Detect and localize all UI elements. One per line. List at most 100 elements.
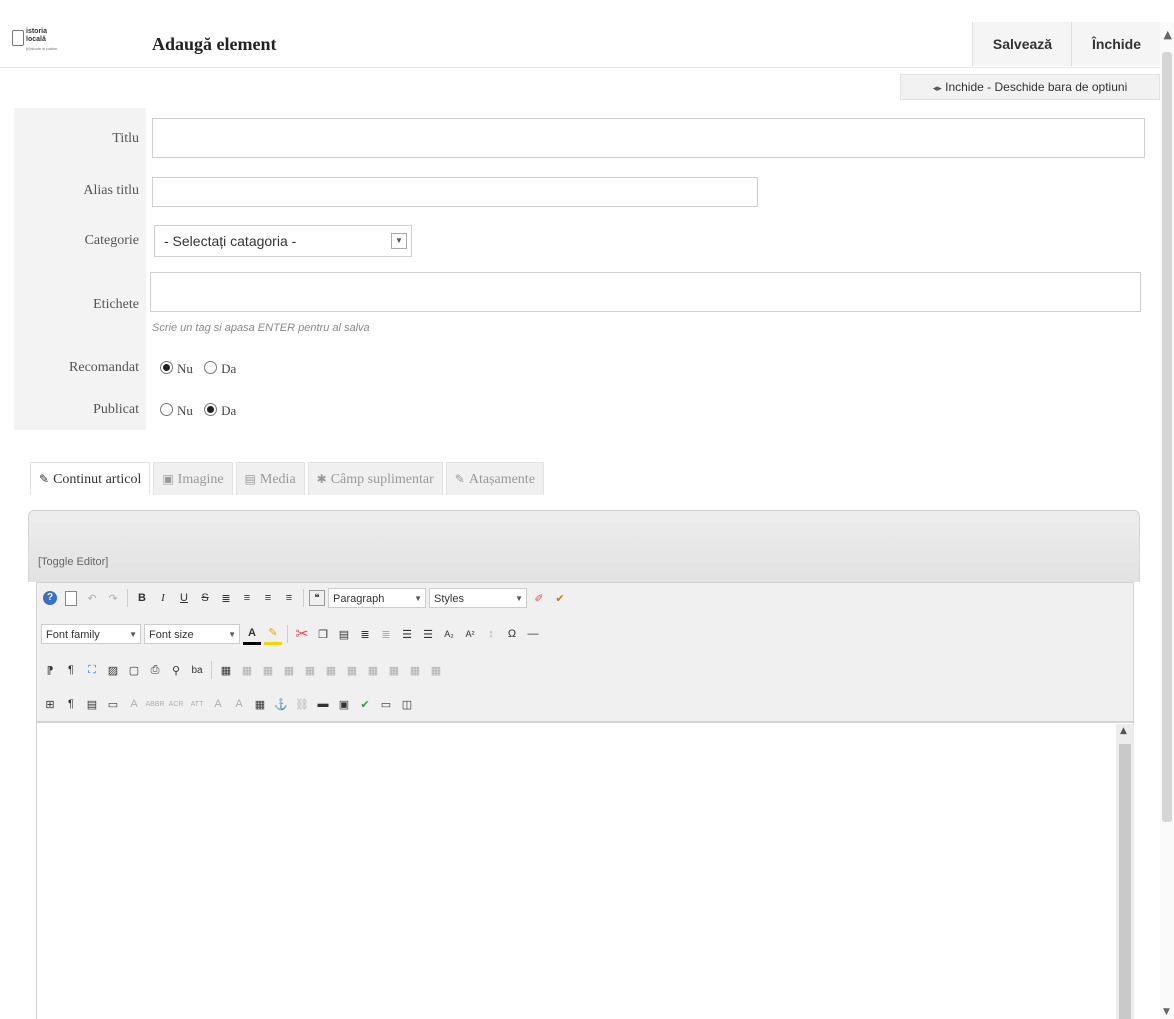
published-option-da[interactable]: Da [204, 403, 236, 418]
save-button[interactable]: Salvează [972, 22, 1072, 66]
recommended-option-nu[interactable]: Nu [160, 361, 193, 376]
close-button[interactable]: Închide [1071, 22, 1161, 66]
tags-label: Etichete [93, 297, 139, 312]
insert-row-before-icon[interactable]: ▦ [280, 661, 298, 679]
clean-format-icon[interactable]: ✔ [551, 589, 569, 607]
tab-media[interactable]: ▤ Media [235, 462, 305, 495]
help-icon[interactable]: ? [41, 589, 59, 607]
paste-icon[interactable]: ▤ [335, 625, 353, 643]
abbr-icon[interactable]: ABBR [145, 695, 164, 713]
citation-icon[interactable]: A [209, 695, 227, 713]
recommended-option-da[interactable]: Da [204, 361, 236, 376]
site-logo[interactable]: istoria locală (il)istorie și patrim [12, 28, 82, 58]
insert-image-icon[interactable]: ▨ [104, 661, 122, 679]
nonbreaking-icon[interactable]: ▭ [377, 695, 395, 713]
special-char-icon[interactable]: Ω [503, 625, 521, 643]
paperclip-icon: ✎ [454, 472, 465, 486]
tab-imagine[interactable]: ▣ Imagine [153, 462, 233, 495]
cut-icon[interactable]: ✂ [293, 625, 311, 643]
numbered-list-icon[interactable]: ☰ [398, 625, 416, 643]
page-scroll-thumb[interactable] [1162, 52, 1172, 822]
acronym-icon[interactable]: ACR [167, 695, 185, 713]
template-icon[interactable]: ▤ [83, 695, 101, 713]
merge-cells-icon[interactable]: ▦ [427, 661, 445, 679]
anchor-icon[interactable]: ⚓ [272, 695, 290, 713]
toggle-editor-link[interactable]: [Toggle Editor] [38, 556, 108, 568]
visual-aid-icon[interactable]: ⊞ [41, 695, 59, 713]
delete-col-icon[interactable]: ▦ [385, 661, 403, 679]
subscript-icon[interactable]: A₂ [440, 625, 458, 643]
indent-icon[interactable]: ≣ [356, 625, 374, 643]
chevron-up-icon[interactable]: ▲ [1120, 726, 1127, 736]
tab-camp-suplimentar[interactable]: ✱ Câmp suplimentar [307, 462, 443, 495]
bullet-list-icon[interactable]: ☰ [419, 625, 437, 643]
pagebreak-icon[interactable]: ▬ [314, 695, 332, 713]
format-select[interactable]: Paragraph ▼ [328, 588, 426, 608]
table-icon[interactable]: ▦ [217, 661, 235, 679]
horizontal-rule-icon[interactable]: — [524, 625, 542, 643]
eraser-icon[interactable]: ✐ [530, 589, 548, 607]
style-props-icon[interactable]: A [125, 695, 143, 713]
bold-icon[interactable]: B [133, 589, 151, 607]
italic-icon[interactable]: I [154, 589, 172, 607]
chevron-down-icon[interactable]: ▼ [1163, 1007, 1170, 1017]
link-icon[interactable]: ⛓ [293, 695, 311, 713]
editor-scroll-thumb[interactable] [1119, 744, 1131, 1019]
undo-icon[interactable]: ↶ [83, 589, 101, 607]
chevron-down-icon: ▼ [515, 594, 523, 603]
replace-icon[interactable]: ba [188, 661, 206, 679]
fullscreen-icon[interactable]: ⛶ [83, 661, 101, 679]
show-blocks-icon[interactable]: ¶ [62, 695, 80, 713]
print-icon[interactable]: ⎙ [146, 661, 164, 679]
copy-icon[interactable]: ❐ [314, 625, 332, 643]
underline-icon[interactable]: U [175, 589, 193, 607]
align-justify-icon[interactable]: ≣ [217, 589, 235, 607]
insert-col-before-icon[interactable]: ▦ [343, 661, 361, 679]
readmore-icon[interactable]: ◫ [398, 695, 416, 713]
preview-icon[interactable]: ▢ [125, 661, 143, 679]
superscript-icon[interactable]: A² [461, 625, 479, 643]
alias-input[interactable] [152, 177, 758, 207]
published-option-nu[interactable]: Nu [160, 403, 193, 418]
tags-input[interactable] [150, 272, 1141, 312]
cell-props-icon[interactable]: ▦ [259, 661, 277, 679]
insert-col-after-icon[interactable]: ▦ [364, 661, 382, 679]
chevron-down-icon: ▼ [414, 594, 422, 603]
new-document-icon[interactable] [62, 589, 80, 607]
strikethrough-icon[interactable]: S [196, 589, 214, 607]
chevron-up-icon[interactable]: ▲ [1164, 28, 1172, 41]
options-bar-toggle-button[interactable]: ◂▸ Inchide - Deschide bara de optiuni [900, 74, 1160, 100]
outdent-icon[interactable]: ≣ [377, 625, 395, 643]
tab-atasamente[interactable]: ✎ Atașamente [445, 462, 544, 495]
align-center-icon[interactable]: ≡ [238, 589, 256, 607]
media-icon[interactable]: ▣ [335, 695, 353, 713]
attributes-icon[interactable]: ATT [188, 695, 206, 713]
editor-scrollbar[interactable]: ▲ [1116, 724, 1134, 1019]
insert-row-after-icon[interactable]: ▦ [301, 661, 319, 679]
page-scrollbar[interactable]: ▼ [1160, 22, 1174, 1019]
title-input[interactable] [152, 118, 1145, 158]
styles-select[interactable]: Styles ▼ [429, 588, 527, 608]
tab-continut-articol[interactable]: ✎ Continut articol [30, 462, 151, 495]
font-size-select[interactable]: Font size ▼ [144, 624, 240, 644]
spellcheck-icon[interactable]: ✔ [356, 695, 374, 713]
blockquote-icon[interactable]: ❝ [309, 590, 325, 606]
align-left-icon[interactable]: ≡ [259, 589, 277, 607]
find-icon[interactable]: ⚲ [167, 661, 185, 679]
align-right-icon[interactable]: ≡ [280, 589, 298, 607]
row-props-icon[interactable]: ▦ [238, 661, 256, 679]
font-family-select[interactable]: Font family ▼ [41, 624, 141, 644]
editor-content-area[interactable] [36, 722, 1134, 1019]
delete-row-icon[interactable]: ▦ [322, 661, 340, 679]
category-select[interactable]: - Selectați catagoria - ▼ [154, 225, 412, 257]
deletion-icon[interactable]: A [230, 695, 248, 713]
line-height-icon[interactable]: ↕ [482, 625, 500, 643]
highlight-color-icon[interactable]: ✎ [264, 624, 282, 645]
redo-icon[interactable]: ↷ [104, 589, 122, 607]
insert-date-icon[interactable]: ▦ [251, 695, 269, 713]
split-cells-icon[interactable]: ▦ [406, 661, 424, 679]
text-color-icon[interactable]: A [243, 624, 261, 645]
rtl-icon[interactable]: ¶ [62, 661, 80, 679]
layer-icon[interactable]: ▭ [104, 695, 122, 713]
ltr-icon[interactable]: ⁋ [41, 661, 59, 679]
